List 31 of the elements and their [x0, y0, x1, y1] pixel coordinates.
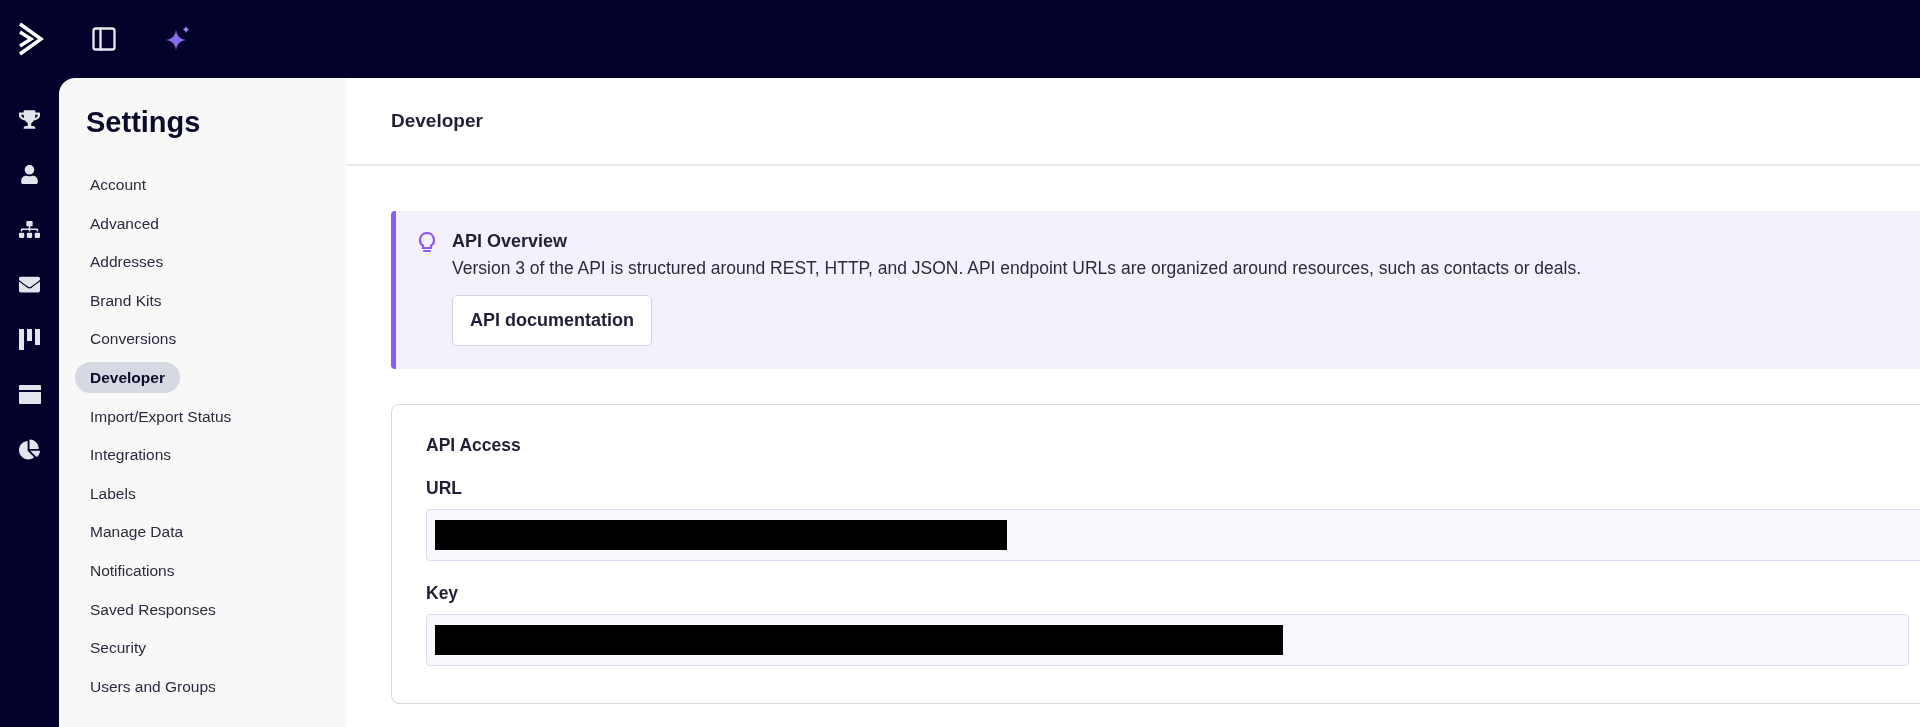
- sidebar-item[interactable]: Advanced: [75, 207, 174, 239]
- sidebar-item[interactable]: Users and Groups: [75, 670, 231, 702]
- field-label: URL: [426, 478, 463, 499]
- columns-icon[interactable]: [18, 328, 41, 350]
- settings-title: Settings: [86, 106, 202, 139]
- api-documentation-button[interactable]: API documentation: [452, 295, 652, 346]
- banner-text: Version 3 of the API is structured around REST, HTTP, and JSON. API endpoint URLs are organized around resources, such as contacts or deals.: [452, 258, 1582, 279]
- pie-chart-icon[interactable]: [18, 438, 41, 460]
- sidebar-item[interactable]: Brand Kits: [75, 284, 177, 316]
- browser-window-icon[interactable]: [18, 383, 41, 405]
- card-title: API Access: [426, 435, 522, 456]
- sidebar-item[interactable]: Manage Data: [75, 516, 199, 548]
- sidebar-item[interactable]: Conversions: [75, 323, 192, 355]
- sitemap-icon[interactable]: [18, 218, 41, 240]
- sidebar-item[interactable]: Addresses: [75, 246, 179, 278]
- trophy-icon[interactable]: [18, 108, 41, 130]
- banner-title: API Overview: [452, 231, 569, 252]
- sidebar-item[interactable]: Labels: [75, 477, 151, 509]
- sidebar-item[interactable]: Notifications: [75, 554, 190, 586]
- field-label: Key: [426, 583, 460, 604]
- sidebar-item[interactable]: Integrations: [75, 439, 186, 471]
- input-field[interactable]: [426, 614, 1909, 666]
- sidebar-item[interactable]: Saved Responses: [75, 593, 231, 625]
- input-field[interactable]: [426, 509, 1920, 561]
- sidebar-item[interactable]: Developer: [75, 361, 180, 393]
- person-icon[interactable]: [18, 163, 41, 185]
- sidebar-item[interactable]: Account: [75, 169, 161, 200]
- page-title: Developer: [391, 110, 483, 132]
- lightbulb-icon: [418, 231, 436, 255]
- sidebar-item[interactable]: Import/Export Status: [75, 400, 247, 432]
- sidebar-item[interactable]: Security: [75, 632, 161, 664]
